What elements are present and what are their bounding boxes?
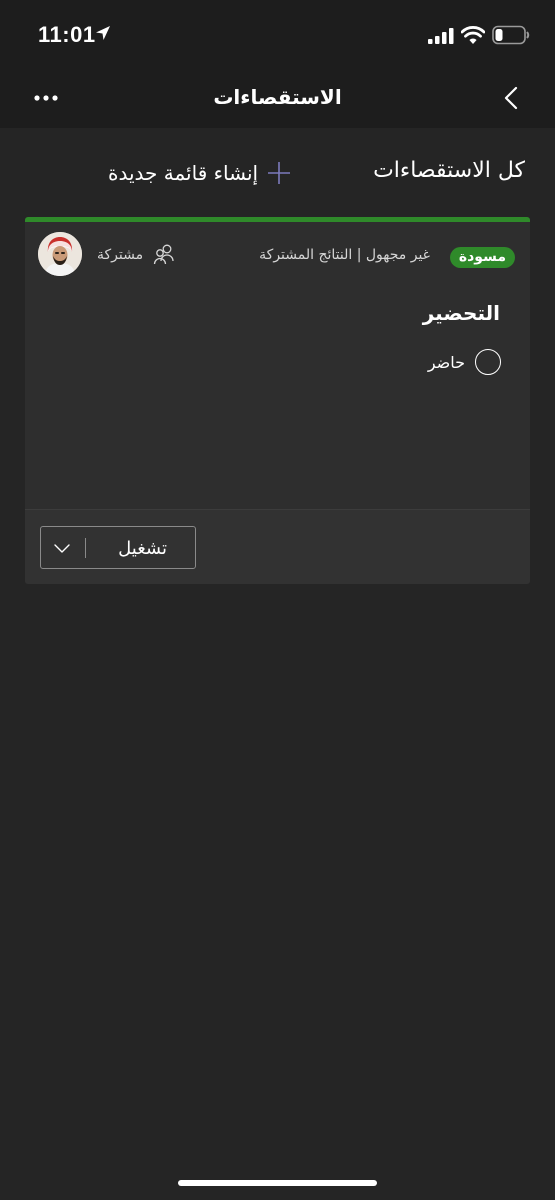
- chevron-down-icon[interactable]: [51, 538, 73, 558]
- avatar[interactable]: [38, 232, 82, 276]
- create-new-list-button[interactable]: إنشاء قائمة جديدة: [108, 156, 292, 190]
- status-time: 11:01: [38, 22, 96, 47]
- plus-icon: [268, 162, 291, 184]
- poll-option[interactable]: حاضر: [428, 347, 501, 377]
- create-new-list-label: إنشاء قائمة جديدة: [108, 161, 259, 185]
- people-icon: [153, 244, 174, 265]
- nav-bar: الاستقصاءات: [0, 70, 555, 128]
- question-title: التحضير: [422, 301, 500, 325]
- back-button[interactable]: [494, 80, 528, 116]
- status-bar: 11:01: [0, 0, 555, 70]
- chevron-back-icon: [504, 86, 518, 110]
- card-footer: تشغيل: [25, 509, 530, 584]
- card-accent-bar: [25, 217, 530, 222]
- page-title: الاستقصاءات: [213, 85, 342, 109]
- status-badge: مسودة: [449, 247, 515, 268]
- option-label: حاضر: [427, 352, 465, 372]
- battery-icon: [492, 25, 530, 45]
- run-button[interactable]: تشغيل: [118, 538, 167, 559]
- radio-button[interactable]: [475, 349, 501, 375]
- poll-settings-meta: غير مجهول | النتائج المشتركة: [259, 247, 430, 263]
- button-divider: [85, 538, 86, 558]
- run-split-button: تشغيل: [40, 526, 196, 569]
- shared-label: مشتركة: [97, 247, 144, 263]
- wifi-icon: [461, 26, 485, 44]
- cellular-signal-icon: [428, 28, 454, 44]
- poll-card[interactable]: مسودة غير مجهول | النتائج المشتركة مشترك…: [25, 217, 530, 584]
- home-indicator[interactable]: [178, 1180, 377, 1186]
- location-arrow-icon: [96, 26, 110, 40]
- all-polls-title: كل الاستقصاءات: [373, 158, 525, 183]
- user-photo: [38, 232, 82, 276]
- section-header: كل الاستقصاءات إنشاء قائمة جديدة: [0, 150, 555, 196]
